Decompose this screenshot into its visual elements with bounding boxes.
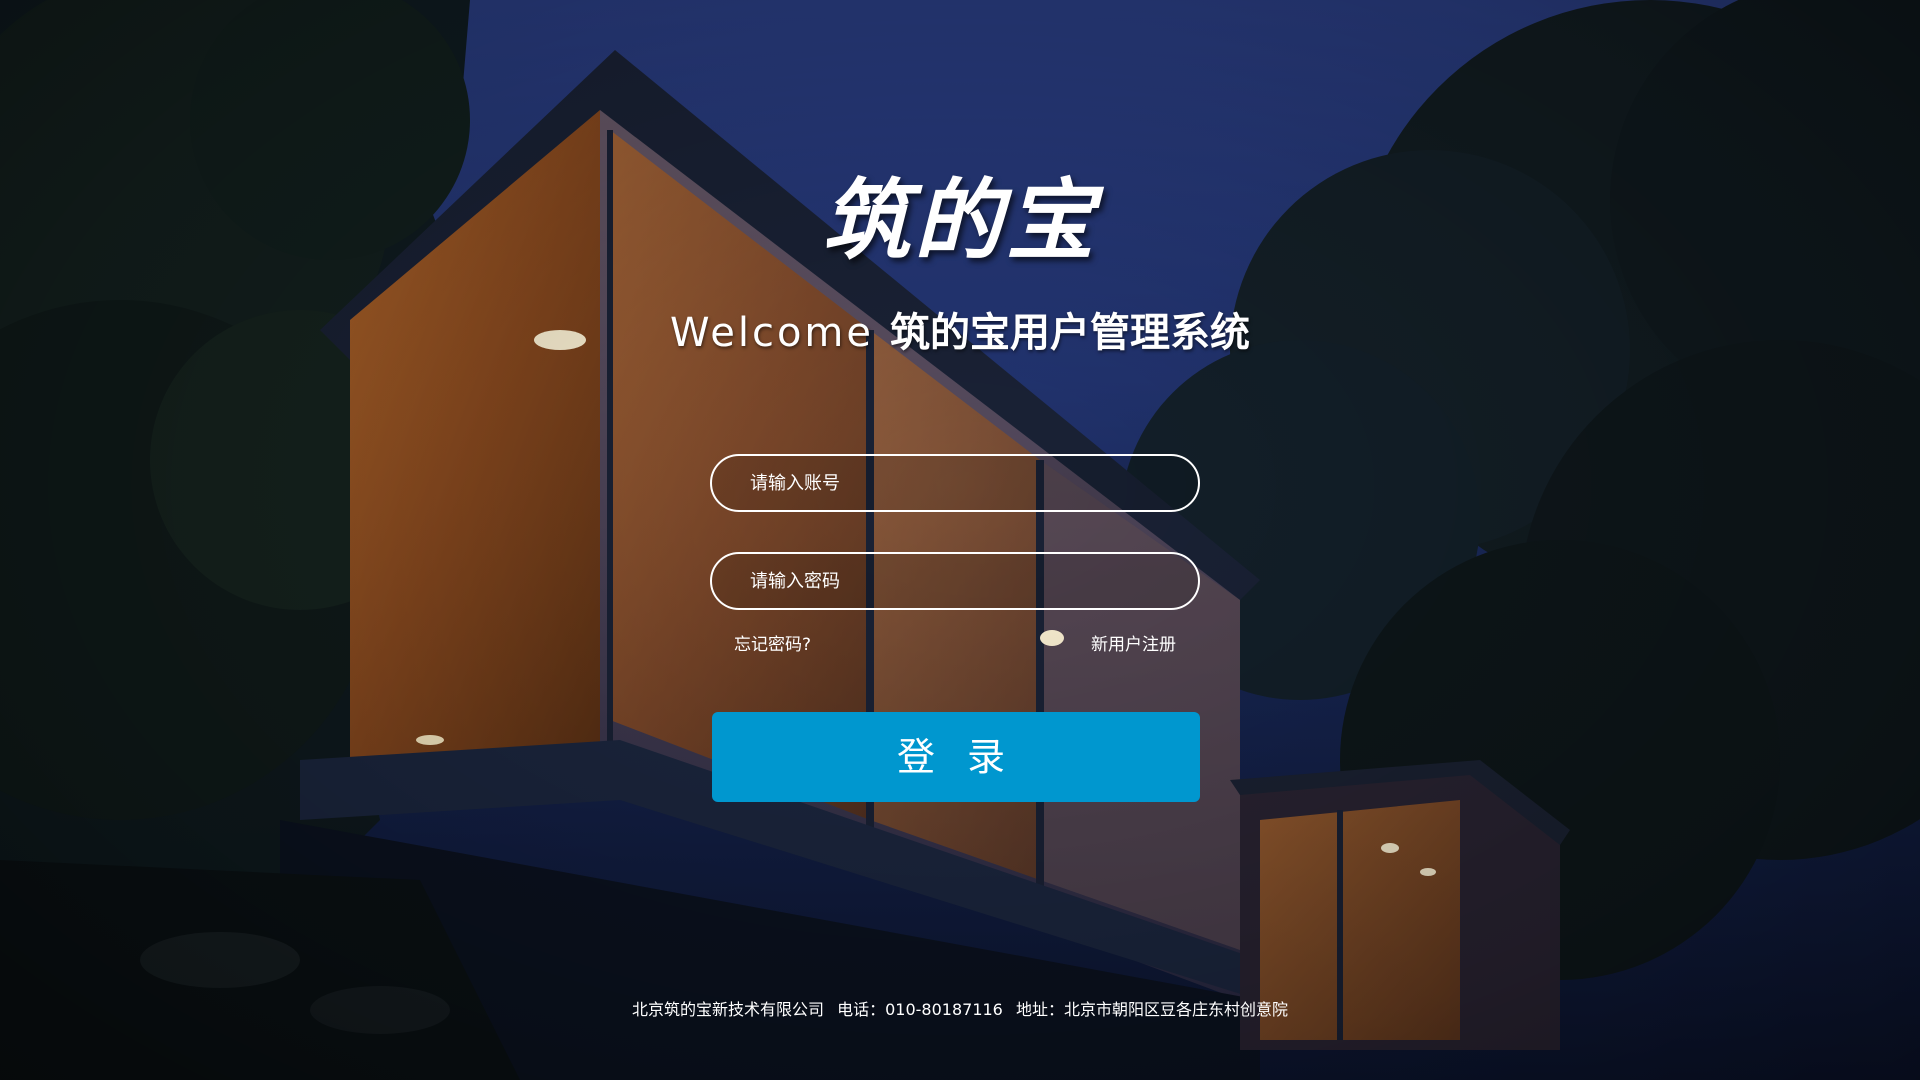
account-field[interactable] (710, 454, 1200, 512)
footer-address: 地址：北京市朝阳区豆各庄东村创意院 (1015, 1000, 1288, 1019)
login-page: 筑的宝 Welcome 筑的宝用户管理系统 忘记密码? 新用户注册 登 录 北京筑… (0, 0, 1920, 1080)
login-button[interactable]: 登 录 (712, 712, 1200, 802)
forgot-password-link[interactable]: 忘记密码? (734, 630, 811, 655)
password-input[interactable] (712, 554, 1198, 608)
footer-phone: 电话：010-80187116 (837, 1000, 1003, 1019)
footer-info: 北京筑的宝新技术有限公司 电话：010-80187116 地址：北京市朝阳区豆各… (0, 996, 1920, 1020)
password-field[interactable] (710, 552, 1200, 610)
register-link[interactable]: 新用户注册 (1091, 630, 1176, 655)
brand-logo: 筑的宝 (821, 169, 1098, 272)
account-input[interactable] (712, 456, 1198, 510)
footer-company: 北京筑的宝新技术有限公司 (632, 1000, 825, 1019)
welcome-text-en: Welcome (670, 310, 874, 356)
system-title: 筑的宝用户管理系统 (889, 310, 1250, 356)
welcome-heading: Welcome 筑的宝用户管理系统 (0, 300, 1920, 358)
